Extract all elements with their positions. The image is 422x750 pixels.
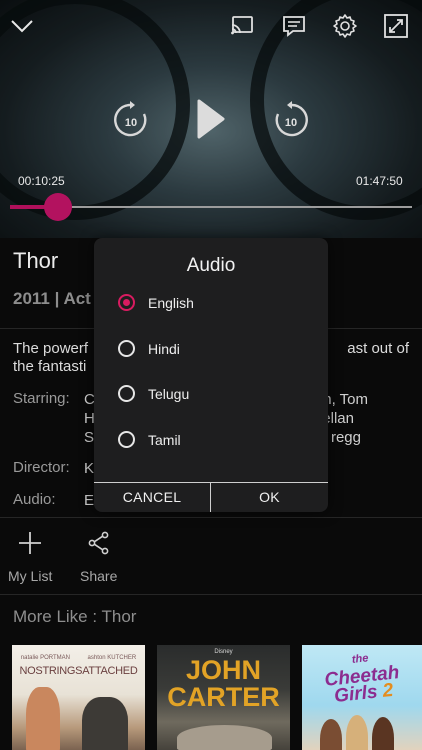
poster-title: NOSTRINGSATTACHED <box>19 665 138 677</box>
ok-button[interactable]: OK <box>211 482 328 512</box>
cast-icon[interactable] <box>228 12 256 40</box>
movie-title: Thor <box>13 248 59 273</box>
radio-button[interactable] <box>118 385 135 402</box>
more-like-heading: More Like : Thor <box>13 607 137 626</box>
play-icon <box>197 99 225 139</box>
dialog-title: Audio <box>186 255 236 276</box>
rewind-icon: 10 <box>114 101 147 137</box>
collapse-chevron-down-icon[interactable] <box>8 12 36 40</box>
audio-option-telugu[interactable]: Telugu <box>118 385 189 402</box>
my-list-button[interactable]: My List <box>8 530 52 584</box>
settings-gear-icon[interactable] <box>331 12 359 40</box>
audio-option-english[interactable]: English <box>118 294 194 311</box>
audio-dialog: Audio English Hindi Telugu Tamil CANCEL … <box>94 238 328 512</box>
starring-label: Starring: <box>13 390 70 407</box>
rewind-10-button[interactable]: 10 <box>114 100 150 138</box>
cancel-button[interactable]: CANCEL <box>94 482 210 512</box>
radio-button[interactable] <box>118 340 135 357</box>
rewind-seconds: 10 <box>125 117 137 129</box>
elapsed-time: 00:10:25 <box>18 174 65 188</box>
total-duration: 01:47:50 <box>356 174 403 188</box>
poster-john-carter[interactable]: Disney JOHN CARTER <box>157 645 290 750</box>
poster-the-cheetah-girls-2[interactable]: the Cheetah Girls 2 <box>302 645 422 750</box>
divider <box>0 517 422 518</box>
fullscreen-icon[interactable] <box>382 12 410 40</box>
play-button[interactable] <box>193 97 227 141</box>
radio-button[interactable] <box>118 431 135 448</box>
forward-seconds: 10 <box>285 117 297 129</box>
add-plus-icon <box>19 532 42 554</box>
my-list-label: My List <box>8 568 53 584</box>
poster-title: the Cheetah Girls 2 <box>323 652 401 707</box>
audio-option-label: Telugu <box>148 385 190 402</box>
poster-no-strings-attached[interactable]: natalie PORTMAN ashton KUTCHER NOSTRINGSA… <box>12 645 145 750</box>
forward-10-button[interactable]: 10 <box>272 100 308 138</box>
movie-meta: 2011 | Act <box>13 289 91 308</box>
share-label: Share <box>80 568 118 584</box>
audio-option-label: Hindi <box>148 340 180 357</box>
share-icon <box>88 531 109 555</box>
director-label: Director: <box>13 459 70 476</box>
forward-icon: 10 <box>275 101 308 137</box>
audio-option-tamil[interactable]: Tamil <box>118 431 181 448</box>
audio-option-label: Tamil <box>148 431 181 448</box>
audio-option-label: English <box>148 294 194 311</box>
poster-title: JOHN CARTER <box>167 655 280 712</box>
radio-button[interactable] <box>118 294 135 311</box>
share-button[interactable]: Share <box>80 530 117 584</box>
subtitles-icon[interactable] <box>280 12 308 40</box>
audio-option-hindi[interactable]: Hindi <box>118 340 180 357</box>
divider <box>0 594 422 595</box>
audio-label: Audio: <box>13 491 56 508</box>
